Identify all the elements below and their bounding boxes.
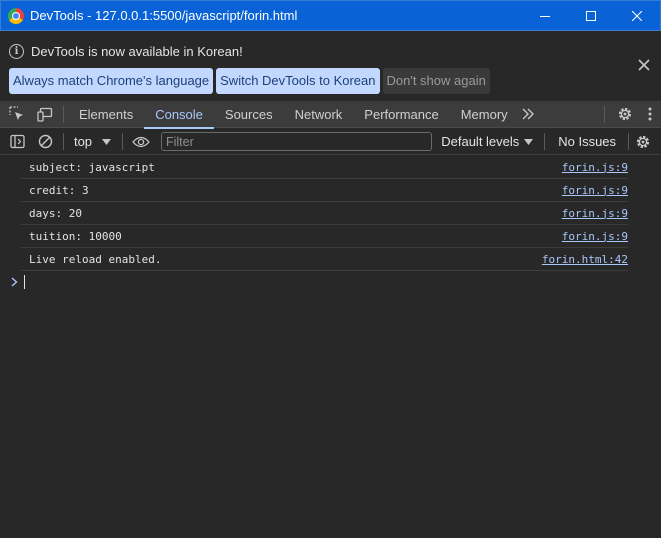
always-match-language-button[interactable]: Always match Chrome's language bbox=[9, 68, 214, 94]
source-link[interactable]: forin.html:42 bbox=[542, 253, 628, 266]
gear-icon bbox=[618, 107, 632, 121]
inspect-element-button[interactable] bbox=[3, 101, 31, 128]
source-link[interactable]: forin.js:9 bbox=[562, 161, 628, 174]
console-message: Live reload enabled. forin.html:42 bbox=[21, 248, 628, 271]
console-message: tuition: 10000 forin.js:9 bbox=[21, 225, 628, 248]
eye-icon bbox=[132, 136, 150, 147]
title-bar: DevTools - 127.0.0.1:5500/javascript/for… bbox=[0, 0, 661, 31]
source-link[interactable]: forin.js:9 bbox=[562, 207, 628, 220]
minimize-button[interactable] bbox=[522, 1, 568, 31]
device-toolbar-button[interactable] bbox=[31, 101, 59, 128]
infobar-buttons: Always match Chrome's language Switch De… bbox=[9, 68, 490, 94]
filter-input[interactable] bbox=[165, 134, 432, 149]
window-title: DevTools - 127.0.0.1:5500/javascript/for… bbox=[30, 8, 298, 23]
close-icon bbox=[632, 11, 642, 21]
settings-button[interactable] bbox=[611, 101, 639, 128]
switch-to-korean-button[interactable]: Switch DevTools to Korean bbox=[216, 68, 380, 94]
tab-memory[interactable]: Memory bbox=[450, 101, 519, 128]
source-link[interactable]: forin.js:9 bbox=[562, 230, 628, 243]
block-icon bbox=[38, 134, 52, 149]
customize-menu-button[interactable] bbox=[639, 101, 661, 128]
kebab-menu-icon bbox=[648, 107, 652, 121]
console-settings-button[interactable] bbox=[629, 128, 657, 155]
toolbar-divider bbox=[604, 105, 605, 123]
log-levels-label: Default levels bbox=[441, 134, 520, 149]
filter-input-box[interactable] bbox=[160, 132, 433, 151]
console-message-text: subject: javascript bbox=[29, 160, 155, 174]
toolbar-divider bbox=[544, 133, 546, 150]
caret-down-icon bbox=[524, 138, 534, 145]
source-link[interactable]: forin.js:9 bbox=[562, 184, 628, 197]
toolbar-divider bbox=[63, 105, 64, 123]
context-value: top bbox=[73, 134, 93, 149]
devtools-tabs-bar: Elements Console Sources Network Perform… bbox=[0, 101, 661, 129]
tabs-bar-right bbox=[604, 101, 661, 128]
console-message: subject: javascript forin.js:9 bbox=[21, 156, 628, 179]
console-message-text: Live reload enabled. bbox=[29, 252, 162, 266]
close-window-button[interactable] bbox=[614, 1, 660, 31]
console-message: days: 20 forin.js:9 bbox=[21, 202, 628, 225]
double-chevron-right-icon bbox=[522, 108, 534, 120]
language-infobar: i DevTools is now available in Korean! A… bbox=[0, 31, 661, 101]
toolbar-divider bbox=[63, 133, 64, 150]
maximize-button[interactable] bbox=[568, 1, 614, 31]
console-message: credit: 3 forin.js:9 bbox=[21, 179, 628, 202]
issues-counter[interactable]: No Issues bbox=[558, 134, 616, 149]
infobar-message-row: i DevTools is now available in Korean! bbox=[9, 44, 243, 59]
toolbar-divider bbox=[122, 133, 123, 150]
inspect-icon bbox=[9, 106, 23, 120]
infobar-message: DevTools is now available in Korean! bbox=[31, 44, 243, 59]
window-controls bbox=[522, 1, 660, 31]
more-tabs-button[interactable] bbox=[519, 101, 537, 128]
console-toolbar: top Default levels No Issues bbox=[0, 129, 661, 155]
clear-console-button[interactable] bbox=[31, 128, 59, 155]
live-expression-button[interactable] bbox=[127, 128, 155, 155]
maximize-icon bbox=[586, 11, 596, 21]
tab-network[interactable]: Network bbox=[284, 101, 354, 128]
context-selector[interactable]: top bbox=[73, 134, 112, 149]
console-output: subject: javascript forin.js:9 credit: 3… bbox=[0, 156, 661, 538]
console-prompt[interactable] bbox=[0, 271, 661, 293]
prompt-chevron-icon bbox=[11, 277, 18, 287]
tab-performance[interactable]: Performance bbox=[353, 101, 449, 128]
minimize-icon bbox=[540, 16, 550, 17]
chrome-icon bbox=[8, 7, 24, 24]
dont-show-again-button[interactable]: Don't show again bbox=[382, 68, 490, 94]
text-caret bbox=[24, 275, 25, 289]
console-message-text: days: 20 bbox=[29, 206, 82, 220]
gear-icon bbox=[636, 135, 650, 148]
show-sidebar-button[interactable] bbox=[3, 128, 31, 155]
infobar-close-icon[interactable] bbox=[637, 58, 651, 72]
tab-elements[interactable]: Elements bbox=[68, 101, 144, 128]
sidebar-icon bbox=[9, 134, 25, 149]
console-message-text: tuition: 10000 bbox=[29, 229, 122, 243]
console-message-text: credit: 3 bbox=[29, 183, 89, 197]
info-icon: i bbox=[9, 44, 24, 59]
tab-console[interactable]: Console bbox=[144, 101, 214, 129]
tab-sources[interactable]: Sources bbox=[214, 101, 284, 128]
caret-down-icon bbox=[102, 138, 112, 145]
device-icon bbox=[37, 107, 53, 122]
log-levels-dropdown[interactable]: Default levels bbox=[441, 134, 534, 149]
